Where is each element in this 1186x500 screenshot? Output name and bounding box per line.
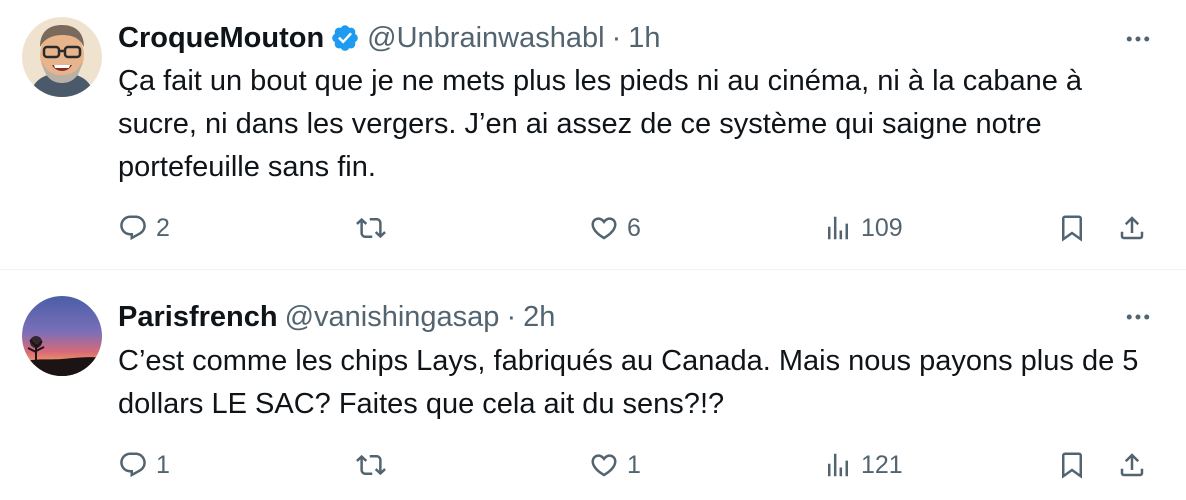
tweet[interactable]: Parisfrench @vanishingasap · 2h C’est co… xyxy=(0,270,1186,500)
retweet-icon xyxy=(356,454,386,476)
action-bar: 2 6 109 xyxy=(0,208,1186,248)
bookmark-button[interactable] xyxy=(1057,208,1087,248)
like-button[interactable]: 6 xyxy=(589,208,641,248)
retweet-icon xyxy=(356,217,386,239)
separator: · xyxy=(611,21,622,54)
handle[interactable]: @Unbrainwashabl xyxy=(367,22,604,55)
reply-icon xyxy=(120,215,146,241)
retweet-button[interactable] xyxy=(356,208,394,248)
views-count: 121 xyxy=(861,450,903,479)
display-name[interactable]: Parisfrench xyxy=(118,301,278,334)
more-icon[interactable] xyxy=(1120,302,1156,332)
avatar-sunset-image xyxy=(22,296,102,376)
views-button[interactable]: 109 xyxy=(823,208,903,248)
timestamp[interactable]: 2h xyxy=(523,301,555,334)
avatar[interactable] xyxy=(22,296,102,376)
views-icon xyxy=(828,216,848,240)
reply-button[interactable]: 2 xyxy=(118,208,170,248)
avatar[interactable] xyxy=(22,17,102,97)
like-icon xyxy=(591,217,617,240)
more-icon[interactable] xyxy=(1120,24,1156,54)
reply-count: 2 xyxy=(156,213,170,242)
verified-badge-icon[interactable] xyxy=(330,23,360,53)
reply-count: 1 xyxy=(156,450,170,479)
reply-button[interactable]: 1 xyxy=(118,445,170,485)
views-button[interactable]: 121 xyxy=(823,445,903,485)
separator: · xyxy=(506,300,517,333)
like-icon xyxy=(591,454,617,477)
tweet[interactable]: CroqueMouton @Unbrainwashabl · 1h Ça fai… xyxy=(0,0,1186,270)
timestamp[interactable]: 1h xyxy=(628,22,660,55)
tweet-text: Ça fait un bout que je ne mets plus les … xyxy=(118,65,1083,183)
like-button[interactable]: 1 xyxy=(589,445,641,485)
views-icon xyxy=(828,453,848,477)
share-icon xyxy=(1120,453,1144,477)
like-count: 6 xyxy=(627,213,641,242)
retweet-button[interactable] xyxy=(356,445,394,485)
tweet-text: C’est comme les chips Lays, fabriqués au… xyxy=(118,345,1139,420)
share-button[interactable] xyxy=(1117,445,1147,485)
like-count: 1 xyxy=(627,450,641,479)
tweet-header: CroqueMouton @Unbrainwashabl · 1h xyxy=(118,18,661,58)
views-count: 109 xyxy=(861,213,903,242)
share-icon xyxy=(1120,216,1144,240)
display-name[interactable]: CroqueMouton xyxy=(118,22,324,55)
share-button[interactable] xyxy=(1117,208,1147,248)
bookmark-button[interactable] xyxy=(1057,445,1087,485)
bookmark-icon xyxy=(1062,452,1082,479)
tweet-header: Parisfrench @vanishingasap · 2h xyxy=(118,297,555,337)
avatar-cartoon-man-image xyxy=(22,17,102,97)
handle[interactable]: @vanishingasap xyxy=(285,301,500,334)
bookmark-icon xyxy=(1062,215,1082,242)
action-bar: 1 1 121 xyxy=(0,445,1186,485)
reply-icon xyxy=(120,452,146,478)
